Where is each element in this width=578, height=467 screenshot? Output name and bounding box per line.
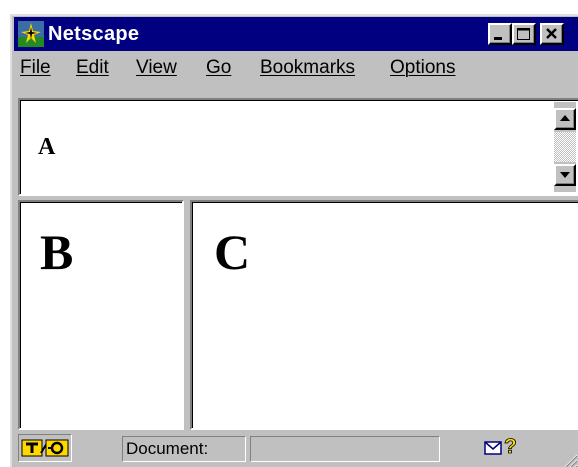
status-text: Document: [122,436,246,462]
maximize-button[interactable] [512,23,536,45]
window-title: Netscape [48,23,140,45]
progress-panel [250,436,440,462]
menu-go[interactable]: Go [206,56,231,80]
close-icon [546,28,557,39]
menu-edit[interactable]: Edit [76,56,109,80]
maximize-icon [517,28,530,40]
svg-text:?: ? [504,435,517,458]
arrow-down-icon [560,172,570,178]
frame-c[interactable]: C [190,200,578,430]
question-mark-icon[interactable]: ? [503,434,519,460]
scroll-up-button[interactable] [554,108,576,130]
status-bar: Document: ? [14,430,578,467]
frame-c-label: C [214,224,251,280]
security-indicator[interactable] [18,434,72,462]
vertical-scrollbar[interactable] [554,102,576,192]
title-bar[interactable]: Netscape [14,17,578,51]
mail-icon[interactable] [484,440,502,456]
scroll-down-button[interactable] [554,164,576,186]
menu-bar: File Edit View Go Bookmarks Options [14,54,578,82]
menu-options[interactable]: Options [390,56,455,80]
netscape-icon [18,21,44,47]
frame-a-label: A [38,134,56,160]
frame-b-label: B [40,224,74,280]
frameset: A B C [14,86,578,430]
frame-b[interactable]: B [18,200,184,430]
security-key-icon [21,439,69,457]
close-button[interactable] [540,23,564,45]
scroll-thumb[interactable] [554,132,576,162]
menu-view[interactable]: View [136,56,177,80]
resize-grip-icon[interactable] [560,451,578,467]
menu-bookmarks[interactable]: Bookmarks [260,56,355,80]
minimize-icon [494,37,502,40]
minimize-button[interactable] [488,23,512,45]
frame-a[interactable]: A [18,98,578,196]
arrow-up-icon [560,115,570,121]
menu-file[interactable]: File [20,56,51,80]
browser-window: Netscape File Edit View Go Bookmarks Opt… [10,14,578,467]
